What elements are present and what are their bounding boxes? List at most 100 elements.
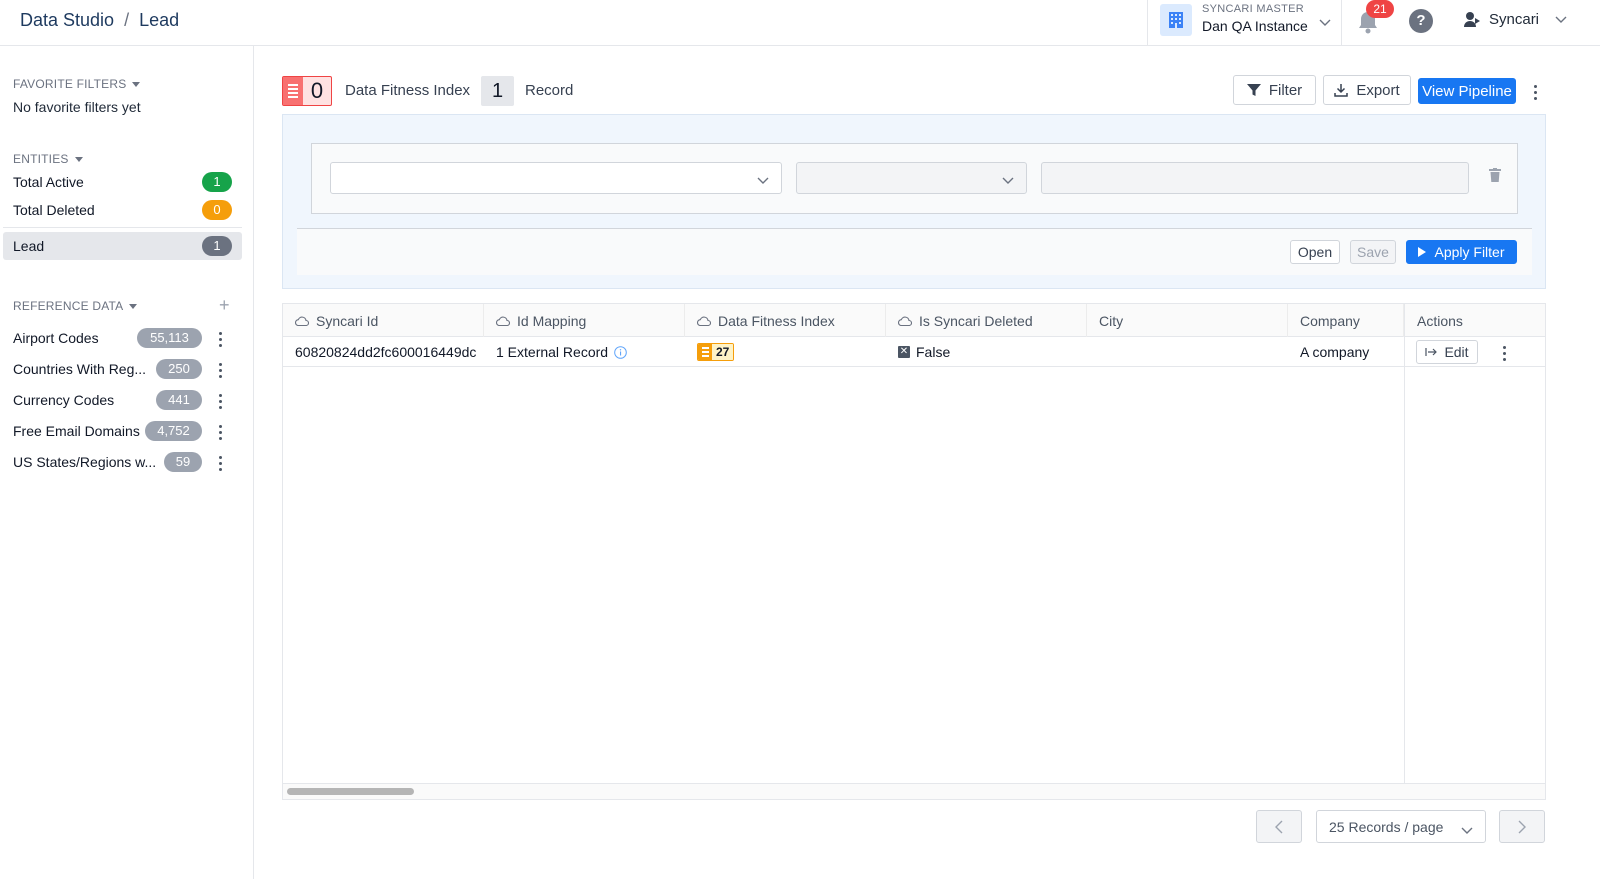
cell-id-mapping: 1 External Record [484,337,685,367]
favorite-filters-header[interactable]: FAVORITE FILTERS [13,77,141,91]
cloud-icon [898,316,912,326]
caret-down-icon [129,303,138,309]
horizontal-scrollbar[interactable] [283,783,1545,799]
column-label: City [1099,312,1124,329]
cloud-icon [697,316,711,326]
chevron-left-icon [1275,820,1283,833]
filter-button[interactable]: Filter [1233,75,1316,105]
entities-title: ENTITIES [13,152,69,166]
breadcrumb-root[interactable]: Data Studio [20,10,114,31]
prev-page-button[interactable] [1256,810,1302,843]
apply-filter-button[interactable]: Apply Filter [1406,240,1517,264]
fitness-score-badge: 27 [697,343,735,361]
caret-down-icon [74,156,83,162]
add-reference-data-icon[interactable]: + [219,295,230,316]
info-icon[interactable] [614,345,627,359]
caret-down-icon [132,81,141,87]
cell-syncari-id[interactable]: 60820824dd2fc600016449dc [283,337,484,367]
instance-switcher[interactable]: SYNCARI MASTER Dan QA Instance [1147,0,1342,46]
scrollbar-thumb[interactable] [287,788,414,795]
edit-button[interactable]: Edit [1416,340,1478,364]
more-options-icon[interactable] [1533,85,1537,100]
top-header: Data Studio / Lead SYNCARI MASTER Dan QA… [0,0,1600,46]
total-active-count: 1 [202,172,232,192]
reference-item-count: 4,752 [145,421,202,441]
trash-icon[interactable] [1489,168,1501,185]
breadcrumb-separator: / [124,10,130,30]
column-header-company[interactable]: Company [1288,304,1404,337]
reference-item-label: Airport Codes [13,330,99,346]
entity-label: Total Deleted [13,202,95,218]
reference-item-free-email-domains[interactable]: Free Email Domains [3,417,242,445]
filter-panel: Open Save Apply Filter [282,114,1546,289]
table-row[interactable]: 60820824dd2fc600016449dc 1 External Reco… [283,337,1545,367]
reference-item-airport-codes[interactable]: Airport Codes [3,324,242,352]
entities-header[interactable]: ENTITIES [13,152,83,166]
reference-item-us-states[interactable]: US States/Regions w... [3,448,242,476]
chevron-down-icon [1319,14,1331,30]
column-header-data-fitness-index[interactable]: Data Fitness Index [685,304,886,337]
view-pipeline-button[interactable]: View Pipeline [1418,78,1516,104]
reference-item-count: 59 [164,452,202,472]
notification-count-badge: 21 [1366,0,1394,18]
kebab-menu-icon[interactable] [218,425,222,440]
breadcrumb-current: Lead [139,10,180,30]
column-label: Data Fitness Index [718,312,835,329]
next-page-button[interactable] [1499,810,1545,843]
row-more-options-icon[interactable] [1502,346,1506,361]
kebab-menu-icon[interactable] [218,456,222,471]
reference-item-countries[interactable]: Countries With Reg... [3,355,242,383]
open-filter-button[interactable]: Open [1290,240,1340,264]
download-icon [1334,84,1349,97]
dfi-value: 0 [310,78,324,103]
kebab-menu-icon[interactable] [218,332,222,347]
records-table: Syncari Id Id Mapping Data Fitness Index… [282,303,1546,800]
filter-field-select[interactable] [330,162,782,194]
reference-item-count: 55,113 [137,328,202,348]
column-header-is-syncari-deleted[interactable]: Is Syncari Deleted [886,304,1087,337]
cloud-icon [295,316,309,326]
cell-company: A company [1300,344,1370,360]
save-filter-button[interactable]: Save [1350,240,1396,264]
reference-data-title: REFERENCE DATA [13,299,124,313]
column-label: Actions [1417,312,1463,329]
arrow-into-icon [1425,348,1438,356]
reference-item-currency-codes[interactable]: Currency Codes [3,386,242,414]
building-icon [1160,4,1192,36]
kebab-menu-icon[interactable] [218,363,222,378]
data-fitness-index-badge: 0 [282,76,332,106]
chevron-down-icon [1002,172,1014,188]
play-icon [1418,247,1427,257]
actions-column-divider [1404,304,1405,799]
column-header-syncari-id[interactable]: Syncari Id [283,304,484,337]
export-button[interactable]: Export [1323,75,1411,105]
dfi-label: Data Fitness Index [345,82,471,99]
reference-item-label: US States/Regions w... [13,454,157,470]
page-size-select[interactable]: 25 Records / page [1316,810,1486,843]
export-button-label: Export [1356,81,1400,99]
funnel-icon [1246,84,1261,96]
column-header-id-mapping[interactable]: Id Mapping [484,304,685,337]
reference-item-label: Countries With Reg... [13,361,147,377]
chevron-down-icon [1461,822,1473,838]
user-menu[interactable]: Syncari [1463,10,1567,28]
cell-data-fitness-index: 27 [685,337,886,367]
help-icon[interactable]: ? [1409,9,1433,33]
filter-actions: Open Save Apply Filter [297,228,1532,275]
column-header-city[interactable]: City [1087,304,1288,337]
score-bars-icon [698,344,712,360]
column-label: Syncari Id [316,312,379,329]
filter-value-input[interactable] [1041,162,1469,194]
column-label: Id Mapping [517,312,587,329]
user-avatar-icon [1464,12,1480,27]
reference-data-header[interactable]: REFERENCE DATA [13,299,138,313]
reference-item-count: 250 [156,359,202,379]
reference-item-label: Free Email Domains [13,423,140,439]
id-mapping-text: 1 External Record [496,344,609,360]
filter-operator-select[interactable] [796,162,1027,194]
sidebar: FAVORITE FILTERS No favorite filters yet… [0,46,254,879]
kebab-menu-icon[interactable] [218,394,222,409]
filter-button-label: Filter [1268,81,1303,99]
chevron-down-icon [757,172,769,188]
cell-city [1087,337,1288,367]
